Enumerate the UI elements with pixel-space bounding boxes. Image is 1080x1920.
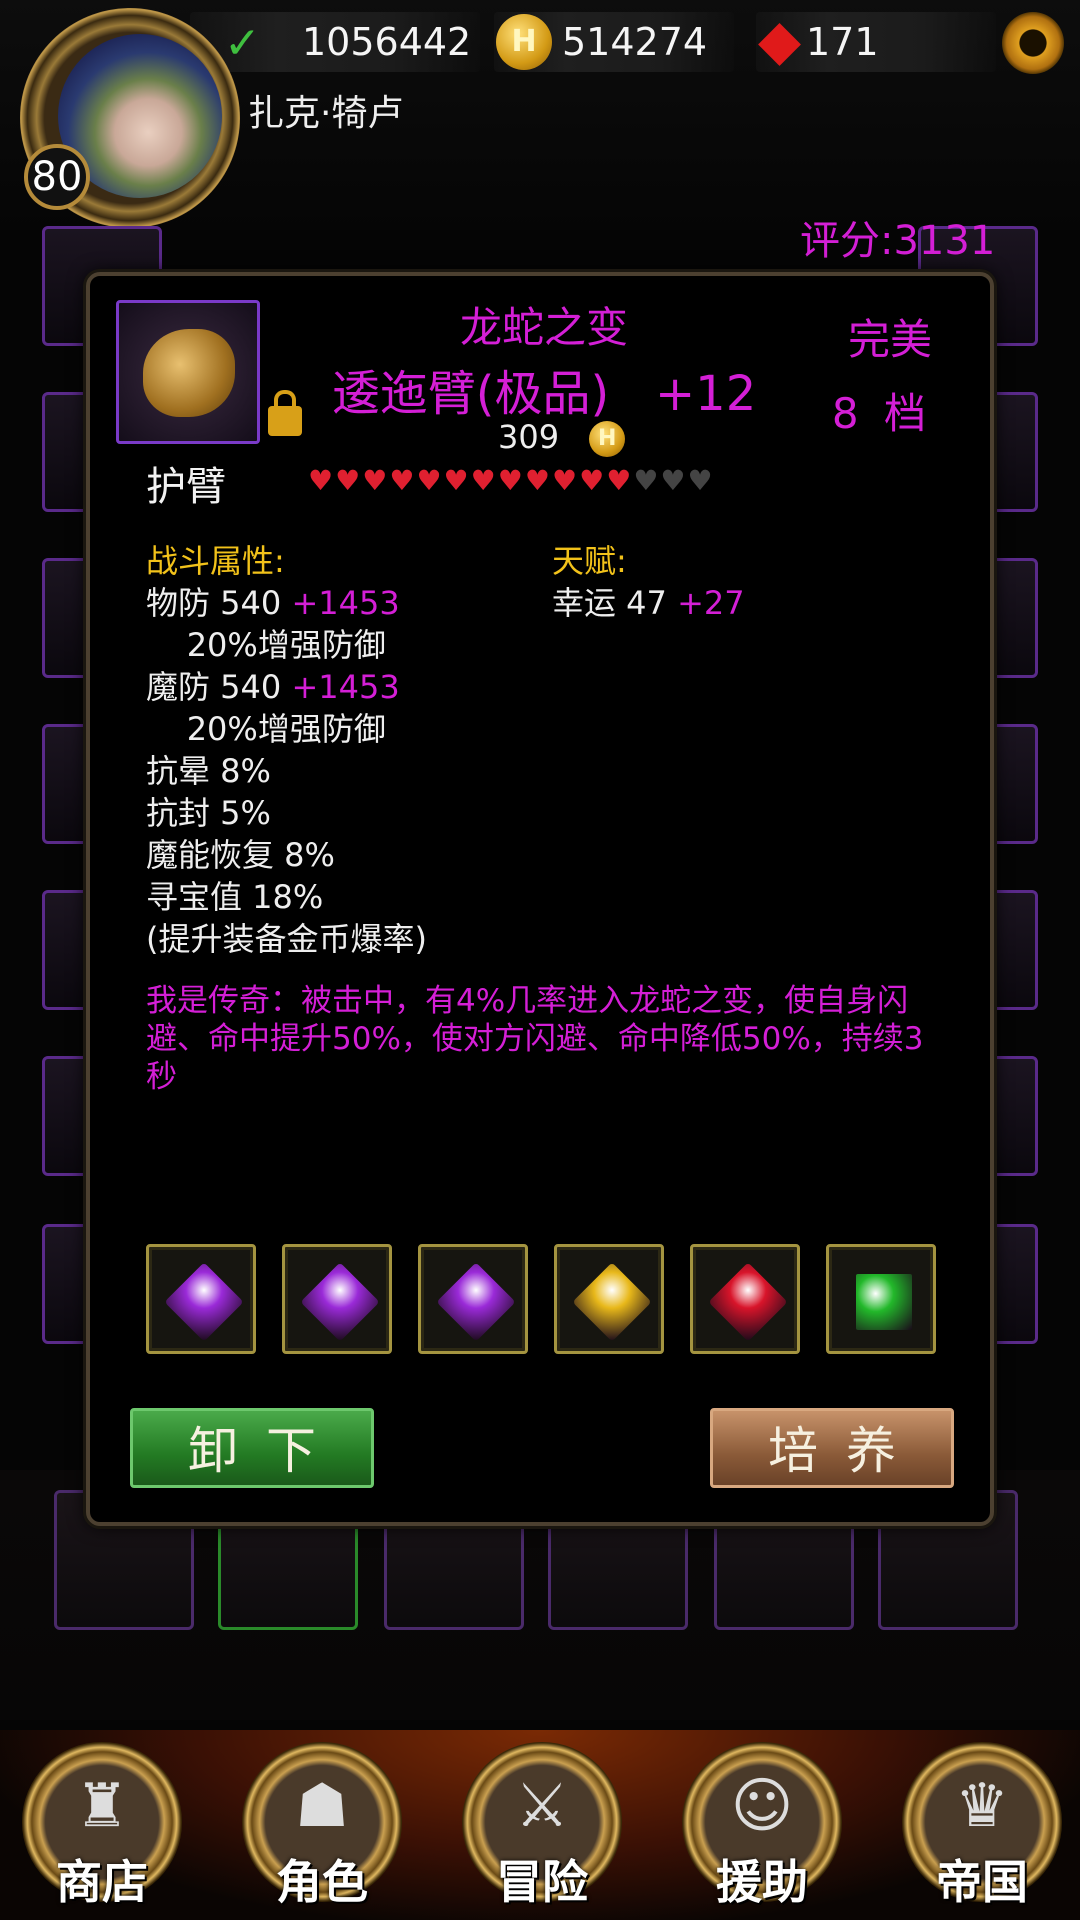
- enhance-hearts: ♥♥♥♥♥♥♥♥♥♥♥♥♥♥♥: [308, 464, 715, 497]
- stat-line: 物防 540 +1453: [146, 582, 427, 624]
- gem-socket[interactable]: [826, 1244, 936, 1354]
- heart-empty-icon: ♥: [687, 464, 715, 497]
- top-bar: ✓ 1056442 H 514274 ◆ 171 80 扎克·犄卢: [0, 0, 1080, 230]
- unequip-button[interactable]: 卸下: [130, 1408, 374, 1488]
- stat-bonus: +1453: [291, 584, 400, 622]
- green-gem-icon: [856, 1274, 912, 1330]
- heart-filled-icon: ♥: [497, 464, 525, 497]
- stat-line: 抗封 5%: [146, 792, 427, 834]
- stat-line: 魔防 540 +1453: [146, 666, 427, 708]
- gem-socket[interactable]: [554, 1244, 664, 1354]
- purple-gem-icon: [436, 1262, 516, 1342]
- gold-coin-icon: H: [589, 421, 626, 457]
- heart-filled-icon: ♥: [606, 464, 634, 497]
- heart-filled-icon: ♥: [524, 464, 552, 497]
- nav-hood-button[interactable]: ☗ 角色: [242, 1742, 402, 1912]
- stat-line: 寻宝值 18%: [146, 876, 427, 918]
- item-slot-name: 护臂: [146, 464, 226, 510]
- helper-girl-icon: ☺: [730, 1771, 794, 1841]
- stat-line: 魔能恢复 8%: [146, 834, 427, 876]
- gem-display: ◆ 171: [756, 8, 996, 73]
- hood-icon: ☗: [295, 1771, 349, 1841]
- item-detail-popup: 龙蛇之变 逶迤臂(极品) +12 完美 8 档 309 H 护臂 ♥♥♥♥♥♥♥…: [86, 272, 994, 1526]
- settings-gear-icon[interactable]: [1002, 12, 1064, 74]
- stat-base: 20%增强防御: [146, 710, 386, 748]
- gem-socket[interactable]: [282, 1244, 392, 1354]
- crown-icon: ♛: [955, 1771, 1009, 1841]
- stat-bonus: +1453: [291, 668, 400, 706]
- stat-base: 抗封 5%: [146, 794, 271, 832]
- nav-label: 商店: [56, 1855, 148, 1909]
- heart-empty-icon: ♥: [660, 464, 688, 497]
- nav-crown-button[interactable]: ♛ 帝国: [902, 1742, 1062, 1912]
- price-value: 309: [498, 418, 560, 456]
- purple-gem-icon: [300, 1262, 380, 1342]
- nav-label: 冒险: [496, 1855, 588, 1909]
- stat-line: 20%增强防御: [146, 624, 427, 666]
- stat-line: (提升装备金币爆率): [146, 918, 427, 960]
- heart-filled-icon: ♥: [470, 464, 498, 497]
- gem-socket[interactable]: [146, 1244, 256, 1354]
- heart-empty-icon: ♥: [633, 464, 661, 497]
- stat-base: 寻宝值 18%: [146, 878, 324, 916]
- heart-filled-icon: ♥: [308, 464, 336, 497]
- power-display: ✓ 1056442: [190, 12, 480, 72]
- nav-label: 援助: [716, 1855, 808, 1909]
- stat-base: 20%增强防御: [146, 626, 386, 664]
- purple-gem-icon: [164, 1262, 244, 1342]
- gem-socket[interactable]: [418, 1244, 528, 1354]
- talent-bonus: +27: [677, 584, 745, 622]
- gem-socket[interactable]: [690, 1244, 800, 1354]
- heart-filled-icon: ♥: [362, 464, 390, 497]
- stat-line: 抗晕 8%: [146, 750, 427, 792]
- cultivate-button[interactable]: 培养: [710, 1408, 954, 1488]
- bottom-nav: ♜ 商店 ☗ 角色 ⚔ 冒险 ☺ 援助 ♛ 帝国: [0, 1730, 1080, 1920]
- red-crystal-icon: ◆: [758, 8, 802, 73]
- level-badge: 80: [24, 144, 90, 210]
- yellow-gem-icon: [572, 1262, 652, 1342]
- talent-stat: 幸运 47 +27: [552, 582, 745, 624]
- nav-helper-girl-button[interactable]: ☺ 援助: [682, 1742, 842, 1912]
- legend-description: 我是传奇：被击中，有4%几率进入龙蛇之变，使自身闪避、命中提升50%，使对方闪避…: [146, 983, 924, 1095]
- gold-display: H 514274: [494, 12, 734, 72]
- nav-dungeon-gate-button[interactable]: ⚔ 冒险: [462, 1742, 622, 1912]
- dungeon-gate-icon: ⚔: [515, 1771, 569, 1841]
- gold-coin-icon: H: [496, 14, 552, 70]
- nav-castle-button[interactable]: ♜ 商店: [22, 1742, 182, 1912]
- stat-base: 魔能恢复 8%: [146, 836, 335, 874]
- talent-base: 幸运 47: [552, 584, 678, 622]
- item-grade: 8 档: [831, 389, 932, 438]
- combat-stats-header: 战斗属性:: [146, 542, 285, 580]
- castle-icon: ♜: [75, 1771, 129, 1841]
- stat-base: (提升装备金币爆率): [146, 920, 427, 958]
- red-gem-icon: [708, 1262, 788, 1342]
- stat-base: 抗晕 8%: [146, 752, 271, 790]
- heart-filled-icon: ♥: [416, 464, 444, 497]
- stat-base: 魔防 540: [146, 668, 292, 706]
- gem-value: 171: [806, 20, 879, 64]
- heart-filled-icon: ♥: [551, 464, 580, 497]
- heart-filled-icon: ♥: [389, 464, 417, 497]
- stat-base: 物防 540: [146, 584, 292, 622]
- gold-value: 514274: [562, 20, 708, 64]
- sword-icon: ✓: [224, 18, 261, 69]
- talent-header: 天赋:: [552, 542, 627, 580]
- heart-filled-icon: ♥: [335, 464, 363, 497]
- item-quality: 完美: [847, 315, 932, 364]
- stat-line: 20%增强防御: [146, 708, 427, 750]
- combat-stats-list: 物防 540 +1453 20%增强防御 魔防 540 +1453 20%增强防御…: [146, 582, 427, 960]
- nav-label: 角色: [276, 1855, 368, 1909]
- score-label: 评分:3131: [800, 218, 996, 264]
- player-name: 扎克·犄卢: [248, 93, 404, 134]
- power-value: 1056442: [302, 20, 472, 64]
- item-price: 309 H: [498, 418, 626, 457]
- heart-filled-icon: ♥: [443, 464, 471, 497]
- heart-filled-icon: ♥: [579, 464, 607, 497]
- nav-label: 帝国: [936, 1855, 1028, 1909]
